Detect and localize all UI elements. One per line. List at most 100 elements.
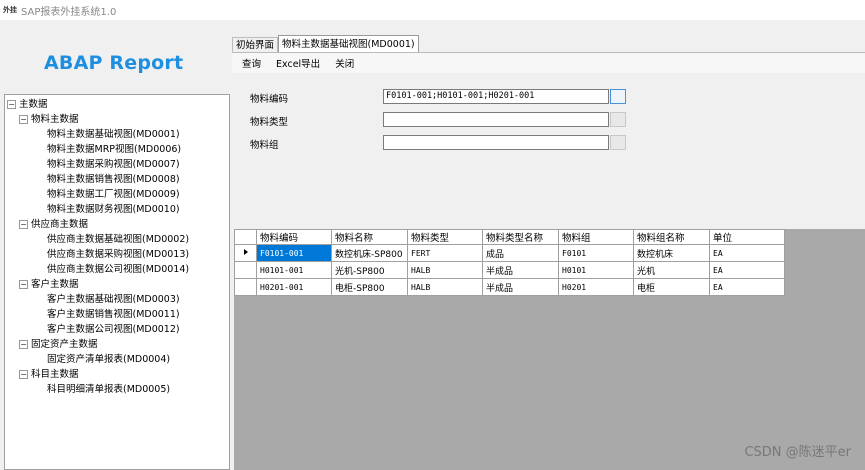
collapse-toggle-icon[interactable]: − bbox=[19, 370, 28, 379]
data-grid[interactable]: 物料编码 物料名称 物料类型 物料类型名称 物料组 物料组名称 单位 F0101-001 数控… bbox=[234, 229, 785, 296]
table-cell[interactable]: EA bbox=[709, 261, 785, 279]
collapse-toggle-icon[interactable]: − bbox=[19, 115, 28, 124]
tree-item-report[interactable]: 供应商主数据采购视图(MD0013) bbox=[5, 247, 229, 262]
material-type-label: 物料类型 bbox=[250, 117, 289, 128]
material-group-input[interactable] bbox=[383, 135, 609, 150]
table-cell[interactable]: 数控机床 bbox=[633, 244, 710, 262]
table-cell[interactable]: F0101 bbox=[558, 244, 634, 262]
tree-item-label: 物料主数据销售视图(MD0008) bbox=[47, 174, 180, 185]
material-code-input[interactable]: F0101-001;H0101-001;H0201-001 bbox=[383, 89, 609, 104]
tree-item-report[interactable]: 科目明细清单报表(MD0005) bbox=[5, 382, 229, 397]
table-cell[interactable]: 光机 bbox=[633, 261, 710, 279]
tree-item-label: 供应商主数据基础视图(MD0002) bbox=[47, 234, 190, 245]
tree-item-report[interactable]: 客户主数据基础视图(MD0003) bbox=[5, 292, 229, 307]
data-grid-area: 物料编码 物料名称 物料类型 物料类型名称 物料组 物料组名称 单位 F0101-001 数控… bbox=[234, 229, 865, 470]
row-header-corner bbox=[234, 229, 257, 245]
material-type-input[interactable] bbox=[383, 112, 609, 127]
tree-item-report[interactable]: 供应商主数据基础视图(MD0002) bbox=[5, 232, 229, 247]
tab-content: 查询 Excel导出 关闭 物料编码 F0101-001;H0101-001;H… bbox=[232, 52, 865, 470]
material-code-multi-select-button[interactable] bbox=[610, 89, 626, 104]
table-cell[interactable]: H0201-001 bbox=[256, 278, 332, 296]
tree-item-label: 供应商主数据采购视图(MD0013) bbox=[47, 249, 190, 260]
tree-item-label: 主数据 bbox=[19, 99, 48, 110]
tree-item-report[interactable]: 物料主数据工厂视图(MD0009) bbox=[5, 187, 229, 202]
left-panel: ABAP Report − 主数据 − 物料主数据 物料主数据基础视图(MD0001) 物… bbox=[0, 20, 230, 470]
tab-initial-screen[interactable]: 初始界面 bbox=[232, 37, 279, 52]
tree-item-label: 供应商主数据 bbox=[31, 219, 89, 230]
table-cell[interactable]: 电柜-SP800 bbox=[331, 278, 408, 296]
column-header[interactable]: 物料组 bbox=[558, 229, 634, 245]
table-cell[interactable]: H0201 bbox=[558, 278, 634, 296]
tree-item-label: 物料主数据工厂视图(MD0009) bbox=[47, 189, 180, 200]
tree-node-folder[interactable]: − 主数据 bbox=[5, 97, 229, 112]
title-bar: 外挂 SAP报表外挂系统1.0 bbox=[0, 0, 865, 20]
material-code-label: 物料编码 bbox=[250, 94, 289, 105]
table-cell[interactable]: EA bbox=[709, 244, 785, 262]
table-cell[interactable]: HALB bbox=[407, 261, 483, 279]
excel-export-button[interactable]: Excel导出 bbox=[276, 56, 320, 70]
app-logo: ABAP Report bbox=[44, 52, 184, 74]
column-header[interactable]: 物料名称 bbox=[331, 229, 408, 245]
table-cell[interactable]: 光机-SP800 bbox=[331, 261, 408, 279]
navigation-tree[interactable]: − 主数据 − 物料主数据 物料主数据基础视图(MD0001) 物料主数据MRP视图(MD… bbox=[4, 94, 230, 470]
tree-item-report[interactable]: 物料主数据销售视图(MD0008) bbox=[5, 172, 229, 187]
material-type-multi-select-button[interactable] bbox=[610, 112, 626, 127]
tree-item-report[interactable]: 客户主数据销售视图(MD0011) bbox=[5, 307, 229, 322]
current-row-arrow-icon bbox=[243, 249, 248, 255]
table-cell[interactable]: 半成品 bbox=[482, 278, 559, 296]
column-header[interactable]: 物料类型名称 bbox=[482, 229, 559, 245]
tree-node-folder[interactable]: − 科目主数据 bbox=[5, 367, 229, 382]
table-cell[interactable]: FERT bbox=[407, 244, 483, 262]
collapse-toggle-icon[interactable]: − bbox=[7, 100, 16, 109]
tree-item-label: 客户主数据销售视图(MD0011) bbox=[47, 309, 180, 320]
material-group-label: 物料组 bbox=[250, 140, 279, 151]
tree-node-folder[interactable]: − 客户主数据 bbox=[5, 277, 229, 292]
table-cell[interactable]: 数控机床-SP800 bbox=[331, 244, 408, 262]
tree-item-label: 物料主数据采购视图(MD0007) bbox=[47, 159, 180, 170]
tree-item-label: 固定资产清单报表(MD0004) bbox=[47, 354, 171, 365]
close-button[interactable]: 关闭 bbox=[335, 56, 354, 70]
tree-item-label: 固定资产主数据 bbox=[31, 339, 98, 350]
tree-item-label: 物料主数据基础视图(MD0001) bbox=[47, 129, 180, 140]
tree-item-report[interactable]: 物料主数据基础视图(MD0001) bbox=[5, 127, 229, 142]
table-cell[interactable]: EA bbox=[709, 278, 785, 296]
table-cell[interactable]: 半成品 bbox=[482, 261, 559, 279]
material-group-multi-select-button[interactable] bbox=[610, 135, 626, 150]
column-header[interactable]: 物料类型 bbox=[407, 229, 483, 245]
tree-item-label: 物料主数据MRP视图(MD0006) bbox=[47, 144, 182, 155]
tree-node-folder[interactable]: − 供应商主数据 bbox=[5, 217, 229, 232]
window-title: SAP报表外挂系统1.0 bbox=[21, 6, 117, 18]
column-header[interactable]: 单位 bbox=[709, 229, 785, 245]
table-cell[interactable]: F0101-001 bbox=[256, 244, 332, 262]
tree-item-report[interactable]: 客户主数据公司视图(MD0012) bbox=[5, 322, 229, 337]
row-header[interactable] bbox=[234, 244, 257, 262]
tab-md0001-material-basic-view[interactable]: 物料主数据基础视图(MD0001) bbox=[278, 35, 419, 52]
tree-item-label: 物料主数据财务视图(MD0010) bbox=[47, 204, 180, 215]
table-cell[interactable]: H0101 bbox=[558, 261, 634, 279]
tree-item-report[interactable]: 固定资产清单报表(MD0004) bbox=[5, 352, 229, 367]
tree-item-report[interactable]: 物料主数据财务视图(MD0010) bbox=[5, 202, 229, 217]
column-header[interactable]: 物料编码 bbox=[256, 229, 332, 245]
column-header[interactable]: 物料组名称 bbox=[633, 229, 710, 245]
row-header[interactable] bbox=[234, 278, 257, 296]
collapse-toggle-icon[interactable]: − bbox=[19, 280, 28, 289]
query-button[interactable]: 查询 bbox=[242, 56, 261, 70]
table-row[interactable]: F0101-001 数控机床-SP800 FERT 成品 F0101 数控机床 EA bbox=[234, 244, 785, 262]
tree-item-report[interactable]: 物料主数据采购视图(MD0007) bbox=[5, 157, 229, 172]
tree-item-label: 科目主数据 bbox=[31, 369, 79, 380]
watermark: CSDN @陈迷平er bbox=[744, 445, 851, 460]
tab-strip: 初始界面 物料主数据基础视图(MD0001) bbox=[232, 35, 419, 52]
tree-node-folder[interactable]: − 固定资产主数据 bbox=[5, 337, 229, 352]
row-header[interactable] bbox=[234, 261, 257, 279]
table-row[interactable]: H0101-001 光机-SP800 HALB 半成品 H0101 光机 EA bbox=[234, 261, 785, 279]
tree-item-report[interactable]: 供应商主数据公司视图(MD0014) bbox=[5, 262, 229, 277]
tree-item-report[interactable]: 物料主数据MRP视图(MD0006) bbox=[5, 142, 229, 157]
table-cell[interactable]: HALB bbox=[407, 278, 483, 296]
table-row[interactable]: H0201-001 电柜-SP800 HALB 半成品 H0201 电柜 EA bbox=[234, 278, 785, 296]
table-cell[interactable]: 电柜 bbox=[633, 278, 710, 296]
collapse-toggle-icon[interactable]: − bbox=[19, 220, 28, 229]
table-cell[interactable]: 成品 bbox=[482, 244, 559, 262]
tree-node-folder[interactable]: − 物料主数据 bbox=[5, 112, 229, 127]
collapse-toggle-icon[interactable]: − bbox=[19, 340, 28, 349]
table-cell[interactable]: H0101-001 bbox=[256, 261, 332, 279]
